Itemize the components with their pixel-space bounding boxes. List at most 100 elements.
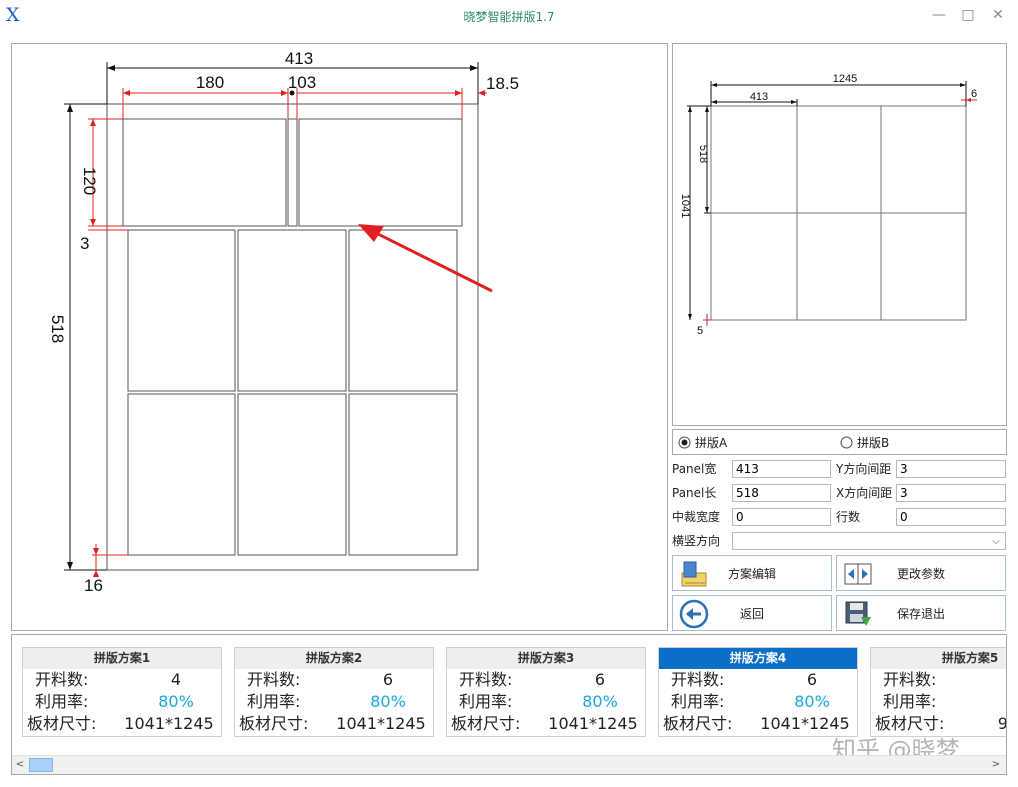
- plan-util-value: 80%: [582, 692, 618, 711]
- plan-count-value: 6: [382, 670, 394, 689]
- dim-piece-width: 180: [196, 73, 224, 92]
- edit-plan-label: 方案编辑: [727, 567, 776, 581]
- plan-util-label: 利用率:: [247, 692, 301, 711]
- top-piece-gap: [287, 118, 298, 227]
- piece: [237, 229, 347, 392]
- plan-count-label: 开料数:: [883, 670, 937, 689]
- plan-size-label: 板材尺寸:: [451, 714, 521, 733]
- dim-bottom-margin: 16: [84, 576, 103, 595]
- maximize-icon[interactable]: □: [958, 6, 978, 24]
- plan-count-value: 4: [170, 670, 182, 689]
- layout-drawing-panel: 413 180 103 18.5 518 120 3 16: [11, 43, 668, 631]
- top-piece-left: [122, 118, 287, 227]
- plan-title: 拼版方案5: [871, 648, 1006, 669]
- rows-label: 行数: [836, 510, 861, 524]
- plan-size-label: 板材尺寸:: [663, 714, 733, 733]
- title-bar: X 晓梦智能拼版1.7 — □ ✕: [0, 0, 1018, 32]
- panel-length-input[interactable]: [732, 484, 831, 502]
- scrollbar-thumb[interactable]: [29, 758, 53, 772]
- plans-panel: 拼版方案1 开料数: 4 利用率: 80% 板材尺寸: 1041*1245 拼版方案2…: [11, 634, 1007, 775]
- preview-panel: 1245 413 6 1041 518 5: [672, 43, 1007, 426]
- plan-size-label: 板材尺寸:: [239, 714, 309, 733]
- radio-layout-b[interactable]: 拼版B: [840, 434, 889, 450]
- plan-count-value: 6: [989, 669, 1006, 691]
- plan-count-value: 6: [806, 670, 818, 689]
- radio-selected-icon: [678, 436, 691, 448]
- save-exit-label: 保存退出: [896, 607, 945, 621]
- x-gap-label: X方向间距: [836, 486, 893, 500]
- rows-input[interactable]: [896, 508, 1006, 526]
- plan-title: 拼版方案3: [447, 648, 645, 669]
- dim-gap-y: 3: [80, 234, 89, 253]
- plan-title: 拼版方案4: [659, 648, 857, 669]
- plan-size-label: 板材尺寸:: [27, 714, 97, 733]
- orientation-select[interactable]: ⌵: [732, 532, 1006, 550]
- piece: [127, 229, 236, 392]
- plan-size-value: 1041*1245: [124, 714, 214, 733]
- panel-width-input[interactable]: [732, 460, 831, 478]
- plan-util-label: 利用率:: [883, 692, 937, 711]
- minimize-icon[interactable]: —: [929, 6, 949, 24]
- x-gap-input[interactable]: [896, 484, 1006, 502]
- preview-sheet-height: 1041: [679, 194, 691, 218]
- plan-card[interactable]: 拼版方案1 开料数: 4 利用率: 80% 板材尺寸: 1041*1245: [22, 647, 222, 737]
- close-icon[interactable]: ✕: [988, 6, 1008, 24]
- dim-piece-height: 120: [80, 167, 99, 195]
- plan-size-value: 940*: [997, 714, 1007, 733]
- panel-length-label: Panel长: [672, 486, 717, 500]
- plan-count-label: 开料数:: [35, 670, 89, 689]
- radio-layout-b-label: 拼版B: [857, 435, 890, 450]
- top-piece-right: [298, 118, 463, 227]
- plan-util-label: 利用率:: [35, 692, 89, 711]
- plan-count-label: 开料数:: [247, 670, 301, 689]
- plan-card-selected[interactable]: 拼版方案4 开料数: 6 利用率: 80% 板材尺寸: 1041*1245: [658, 647, 858, 737]
- scroll-right-icon[interactable]: >: [990, 758, 1002, 772]
- window-title: 晓梦智能拼版1.7: [463, 10, 555, 24]
- panel-width-label: Panel宽: [672, 462, 717, 476]
- piece: [348, 393, 458, 556]
- dim-gap: 103: [288, 73, 316, 92]
- plan-title: 拼版方案1: [23, 648, 221, 669]
- plan-util-value: 77.5: [989, 691, 1006, 713]
- edit-plan-button[interactable]: 方案编辑: [672, 555, 832, 591]
- radio-unselected-icon: [840, 436, 853, 448]
- dim-total-width: 413: [285, 49, 313, 68]
- radio-layout-a-label: 拼版A: [695, 435, 728, 450]
- center-cut-input[interactable]: [732, 508, 831, 526]
- y-gap-input[interactable]: [896, 460, 1006, 478]
- plan-util-label: 利用率:: [671, 692, 725, 711]
- plan-count-label: 开料数:: [671, 670, 725, 689]
- horizontal-scrollbar[interactable]: < >: [12, 755, 1006, 774]
- back-button[interactable]: 返回: [672, 595, 832, 631]
- preview-panel-width: 413: [750, 91, 768, 103]
- plan-card[interactable]: 拼版方案5 开料数:6 利用率:77.5 板材尺寸:940*: [870, 647, 1007, 737]
- plan-title: 拼版方案2: [235, 648, 433, 669]
- save-exit-button[interactable]: 保存退出: [836, 595, 1006, 631]
- plan-count-label: 开料数:: [459, 670, 513, 689]
- center-cut-label: 中裁宽度: [672, 510, 721, 524]
- plan-card[interactable]: 拼版方案2 开料数: 6 利用率: 80% 板材尺寸: 1041*1245: [234, 647, 434, 737]
- piece: [237, 393, 347, 556]
- plan-card[interactable]: 拼版方案3 开料数: 6 利用率: 80% 板材尺寸: 1041*1245: [446, 647, 646, 737]
- chevron-down-icon[interactable]: ⌵: [990, 533, 1002, 551]
- dim-total-height: 518: [48, 315, 67, 343]
- radio-layout-a[interactable]: 拼版A: [678, 434, 727, 450]
- plan-util-value: 80%: [794, 692, 830, 711]
- orientation-label: 横竖方向: [672, 534, 721, 548]
- plan-util-value: 80%: [370, 692, 406, 711]
- preview-drawing: 1245 413 6 1041 518 5: [679, 73, 977, 337]
- preview-bottom-margin: 5: [697, 325, 703, 337]
- change-params-label: 更改参数: [896, 567, 945, 581]
- piece: [127, 393, 236, 556]
- dim-right-margin: 18.5: [486, 74, 519, 93]
- scroll-left-icon[interactable]: <: [14, 758, 26, 772]
- plan-util-label: 利用率:: [459, 692, 513, 711]
- back-label: 返回: [739, 607, 764, 621]
- plan-size-value: 1041*1245: [548, 714, 638, 733]
- piece: [348, 229, 458, 392]
- preview-right-margin: 6: [971, 88, 977, 100]
- layout-drawing: 413 180 103 18.5 518 120 3 16: [48, 49, 519, 595]
- change-params-button[interactable]: 更改参数: [836, 555, 1006, 591]
- y-gap-label: Y方向间距: [836, 462, 892, 476]
- layout-option-group: 拼版A 拼版B: [672, 429, 1007, 455]
